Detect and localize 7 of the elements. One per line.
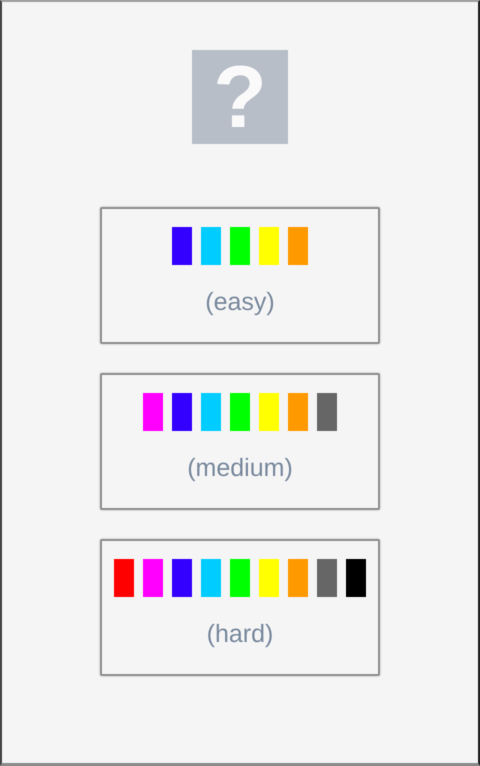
difficulty-label: (easy) bbox=[205, 288, 275, 317]
difficulty-button[interactable]: (easy) bbox=[100, 207, 380, 344]
difficulty-label: (medium) bbox=[187, 454, 293, 483]
difficulty-label: (hard) bbox=[206, 620, 274, 649]
help-icon[interactable]: ? bbox=[192, 50, 288, 144]
difficulty-button[interactable]: (medium) bbox=[100, 373, 380, 510]
difficulty-button[interactable]: (hard) bbox=[100, 539, 380, 676]
